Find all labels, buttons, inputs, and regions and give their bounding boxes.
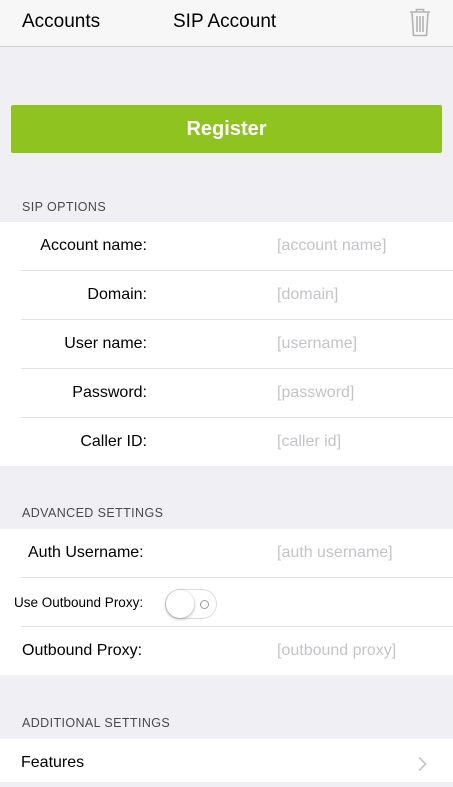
account-name-row[interactable]: Account name: [account name]: [21, 222, 453, 271]
auth-username-input[interactable]: [auth username]: [277, 544, 393, 562]
toggle-knob: [166, 590, 194, 618]
page-title: SIP Account: [173, 11, 277, 32]
auth-username-row[interactable]: Auth Username: [auth username]: [21, 529, 453, 578]
use-outbound-proxy-label: Use Outbound Proxy:: [14, 595, 144, 610]
use-outbound-proxy-row: Use Outbound Proxy:: [14, 578, 453, 627]
user-name-label: User name:: [64, 335, 147, 352]
domain-row[interactable]: Domain: [domain]: [21, 271, 453, 320]
additional-settings-header: ADDITIONAL SETTINGS: [22, 716, 171, 730]
accounts-back-button[interactable]: Accounts: [22, 11, 100, 33]
password-row[interactable]: Password: [password]: [21, 369, 453, 418]
advanced-settings-group: Auth Username: [auth username] Use Outbo…: [0, 529, 453, 675]
register-button[interactable]: Register: [11, 105, 442, 153]
additional-settings-group: Features: [0, 739, 453, 782]
outbound-proxy-input[interactable]: [outbound proxy]: [277, 642, 396, 660]
account-name-input[interactable]: [account name]: [277, 237, 386, 255]
advanced-settings-header: ADVANCED SETTINGS: [22, 506, 164, 520]
auth-username-label: Auth Username:: [28, 544, 144, 561]
sip-options-header: SIP OPTIONS: [22, 200, 107, 214]
features-label: Features: [21, 754, 85, 771]
caller-id-input[interactable]: [caller id]: [277, 433, 341, 451]
navigation-bar: Accounts SIP Account: [0, 0, 453, 47]
use-outbound-proxy-toggle[interactable]: [165, 589, 217, 619]
user-name-row[interactable]: User name: [username]: [21, 320, 453, 369]
user-name-input[interactable]: [username]: [277, 335, 357, 353]
trash-icon[interactable]: [408, 7, 432, 37]
caller-id-label: Caller ID:: [80, 433, 147, 450]
domain-label: Domain:: [87, 286, 147, 303]
top-spacer: [0, 47, 453, 105]
password-input[interactable]: [password]: [277, 384, 354, 402]
toggle-off-indicator: [200, 600, 209, 609]
outbound-proxy-label: Outbound Proxy:: [22, 642, 143, 659]
features-row[interactable]: Features: [21, 739, 453, 787]
domain-input[interactable]: [domain]: [277, 286, 338, 304]
account-name-label: Account name:: [40, 237, 147, 254]
chevron-right-icon: [417, 756, 427, 772]
sip-options-group: Account name: [account name] Domain: [do…: [0, 222, 453, 466]
caller-id-row[interactable]: Caller ID: [caller id]: [21, 418, 453, 466]
outbound-proxy-row[interactable]: Outbound Proxy: [outbound proxy]: [21, 627, 453, 675]
password-label: Password:: [72, 384, 147, 401]
